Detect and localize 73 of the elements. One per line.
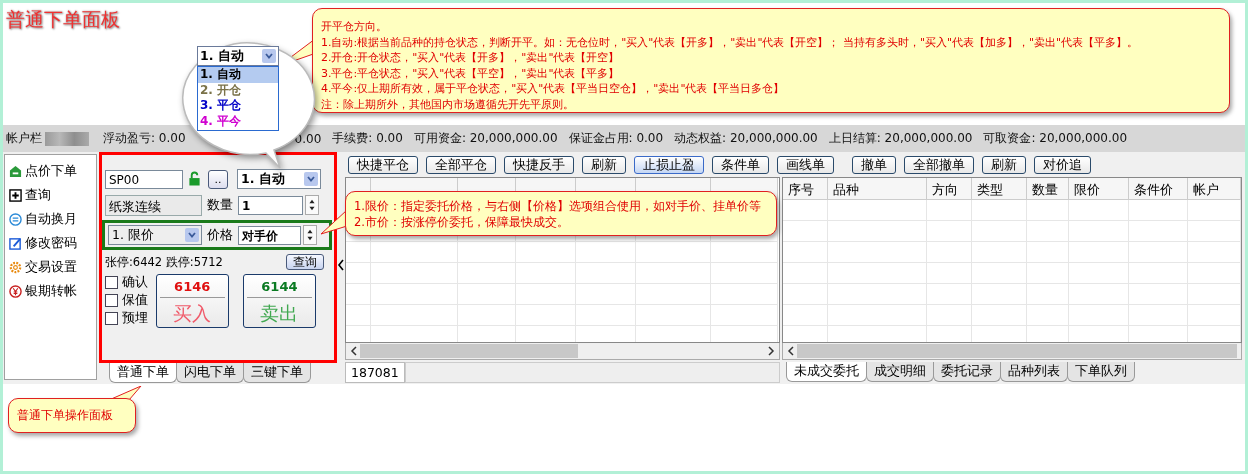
account-stat: 上日结算: 20,000,000.00 (828, 130, 973, 147)
toolbar-button[interactable]: 快捷平仓 (348, 155, 418, 174)
callout-text: 注：除上期所外，其他国内市场遵循先开先平原则。 (321, 96, 575, 112)
orders-tab[interactable]: 下单队列 (1067, 362, 1135, 382)
sell-button[interactable]: 6144 卖出 (242, 274, 316, 328)
quantity-label: 数量 (207, 196, 233, 214)
price-type-select[interactable]: 1. 限价 (108, 225, 202, 245)
account-stat: 浮动盈亏: 0.00 (103, 130, 186, 147)
dropdown-option[interactable]: 3. 平仓 (198, 98, 278, 114)
order-tab[interactable]: 普通下单 (109, 363, 177, 383)
toolbar-button[interactable]: 全部撤单 (904, 155, 974, 174)
column-header[interactable]: 限价 (1068, 178, 1129, 200)
toolbar-button[interactable]: 对价追 (1034, 155, 1091, 174)
callout-text: 2.开仓:开仓状态，"买入"代表【开多】，"卖出"代表【开空】 (321, 50, 621, 66)
option-checkbox[interactable]: 确认 (105, 274, 156, 290)
nav-item[interactable]: 自动换月 (5, 207, 96, 231)
account-stat: 保证金占用: 0.00 (568, 130, 664, 147)
toolbar-button[interactable]: 快捷反手 (504, 155, 574, 174)
price-field[interactable]: 对手价 (238, 225, 301, 245)
toolbar-button[interactable]: 刷新 (582, 155, 626, 174)
callout-text: 1.限价：指定委托价格，与右侧【价格】选项组合使用，如对手价、挂单价等 (354, 199, 762, 215)
dropdown-option[interactable]: 4. 平今 (198, 113, 278, 129)
nav-item[interactable]: 查询 (5, 183, 96, 207)
callout-text: 开平仓方向。 (321, 19, 388, 35)
browse-button[interactable]: .. (208, 169, 228, 189)
account-label: 帐户栏 (6, 130, 42, 147)
order-tab[interactable]: 闪电下单 (176, 363, 244, 383)
orders-tab[interactable]: 成交明细 (866, 362, 934, 382)
column-header[interactable]: 品种 (827, 178, 928, 200)
callout-text: 4.平今:仅上期所有效，属于平仓状态，"买入"代表【平当日空仓】，"卖出"代表【平当日多仓】 (321, 81, 786, 97)
order-tab[interactable]: 三键下单 (243, 363, 311, 383)
positions-count: 187081 (345, 362, 405, 383)
callout-text: 3.平仓:平仓状态，"买入"代表【平空】，"卖出"代表【平多】 (321, 65, 621, 81)
account-stat: 动态权益: 20,000,000.00 (674, 130, 818, 147)
nav-item[interactable]: 银期转帐 (5, 279, 96, 303)
price-label: 价格 (207, 226, 233, 244)
quantity-field[interactable]: 1 (238, 195, 303, 215)
symbol-field[interactable]: SP00 (105, 169, 183, 189)
callout-text: 普通下单操作面板 (17, 408, 114, 424)
callout-text: 1.自动:根据当前品种的持仓状态，判断开平。如：无仓位时，"买入"代表【开多】，"卖出"代表【开空】； 当持有多头时，"买入"代表【加多】，"卖出"代表【平多】。 (321, 34, 1140, 50)
account-stat: 手续费: 0.00 (332, 130, 403, 147)
panel-title: 普通下单面板 (6, 7, 120, 32)
column-header[interactable]: 数量 (1026, 178, 1069, 200)
nav-item[interactable]: 交易设置 (5, 255, 96, 279)
toolbar-button[interactable]: 刷新 (982, 155, 1026, 174)
direction-select[interactable]: 1. 自动 (237, 169, 321, 189)
dropdown-option[interactable]: 2. 开仓 (198, 82, 278, 98)
query-button[interactable]: 查询 (286, 254, 324, 270)
contract-field: 纸浆连续 (105, 194, 202, 216)
buy-button[interactable]: 6146 买入 (155, 274, 229, 328)
orders-tab[interactable]: 未成交委托 (786, 362, 867, 382)
toolbar-button[interactable]: 画线单 (777, 155, 834, 174)
column-header[interactable]: 帐户 (1188, 178, 1241, 200)
nav-item[interactable]: 修改密码 (5, 231, 96, 255)
direction-select[interactable]: 1. 自动 (197, 46, 279, 66)
callout-text: 2.市价：按涨停价委托，保障最快成交。 (354, 214, 570, 230)
option-checkbox[interactable]: 预埋 (105, 310, 156, 326)
account-stat: 可用资金: 20,000,000.00 (413, 130, 558, 147)
option-checkbox[interactable]: 保值 (105, 292, 156, 308)
orders-tab[interactable]: 品种列表 (1000, 362, 1068, 382)
nav-item[interactable]: 点价下单 (5, 159, 96, 183)
column-header[interactable]: 方向 (927, 178, 973, 200)
column-header[interactable]: 类型 (972, 178, 1027, 200)
toolbar-button[interactable]: 止损止盈 (634, 155, 704, 174)
account-stat: 可取资金: 20,000,000.00 (983, 130, 1128, 147)
toolbar-button[interactable]: 全部平仓 (426, 155, 496, 174)
price-limits: 张停:6442 跌停:5712 (105, 254, 223, 270)
dropdown-option[interactable]: 1. 自动 (198, 67, 278, 83)
toolbar-button[interactable]: 条件单 (712, 155, 769, 174)
toolbar-button[interactable]: 撤单 (852, 155, 896, 174)
orders-tab[interactable]: 委托记录 (933, 362, 1001, 382)
column-header[interactable]: 序号 (783, 178, 828, 200)
column-header[interactable]: 条件价 (1128, 178, 1189, 200)
